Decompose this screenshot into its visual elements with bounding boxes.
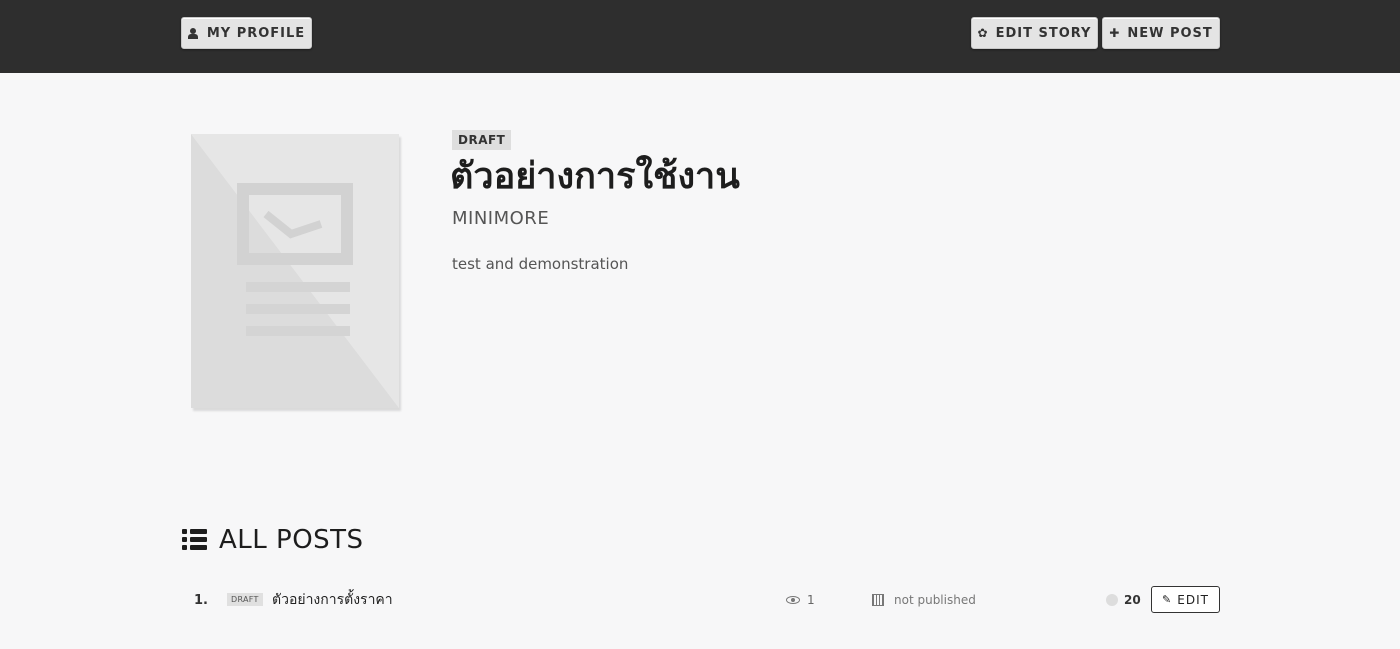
list-icon bbox=[182, 529, 207, 551]
new-post-button[interactable]: ✚ NEW POST bbox=[1102, 17, 1220, 49]
post-status-badge: DRAFT bbox=[227, 593, 263, 606]
edit-story-button[interactable]: ✿ EDIT STORY bbox=[971, 17, 1098, 49]
post-row[interactable]: 1. DRAFT ตัวอย่างการตั้งราคา 1 not publi… bbox=[182, 585, 1220, 615]
section-title: ALL POSTS bbox=[219, 525, 364, 555]
status-badge: DRAFT bbox=[452, 130, 512, 150]
story-title: ตัวอย่างการใช้งาน bbox=[450, 156, 740, 197]
story-author: MINIMORE bbox=[452, 208, 550, 229]
eye-icon bbox=[786, 596, 800, 604]
post-views: 1 bbox=[786, 585, 815, 615]
edit-post-label: EDIT bbox=[1177, 592, 1209, 607]
edit-story-label: EDIT STORY bbox=[995, 25, 1092, 41]
image-placeholder-icon bbox=[191, 134, 399, 408]
post-number: 1. bbox=[194, 592, 208, 608]
edit-post-button[interactable]: ✎ EDIT bbox=[1151, 586, 1220, 613]
story-cover-placeholder bbox=[191, 134, 399, 408]
post-publish-status: not published bbox=[894, 593, 976, 607]
post-title-link[interactable]: ตัวอย่างการตั้งราคา bbox=[272, 585, 393, 615]
all-posts-heading: ALL POSTS bbox=[182, 522, 364, 558]
user-icon bbox=[187, 27, 198, 39]
my-profile-button[interactable]: MY PROFILE bbox=[181, 17, 312, 49]
plus-icon: ✚ bbox=[1109, 26, 1121, 40]
post-views-count: 1 bbox=[807, 593, 815, 607]
new-post-label: NEW POST bbox=[1127, 25, 1213, 41]
my-profile-label: MY PROFILE bbox=[206, 25, 306, 41]
coin-icon bbox=[1106, 594, 1118, 606]
gear-icon: ✿ bbox=[977, 26, 989, 40]
story-description: test and demonstration bbox=[452, 255, 629, 273]
pencil-icon: ✎ bbox=[1162, 593, 1173, 606]
post-count: 20 bbox=[1106, 585, 1141, 615]
calendar-icon bbox=[872, 594, 884, 606]
post-publish-date: not published bbox=[872, 585, 976, 615]
post-count-value: 20 bbox=[1124, 593, 1141, 607]
top-navbar: MY PROFILE ✿ EDIT STORY ✚ NEW POST bbox=[0, 0, 1400, 73]
